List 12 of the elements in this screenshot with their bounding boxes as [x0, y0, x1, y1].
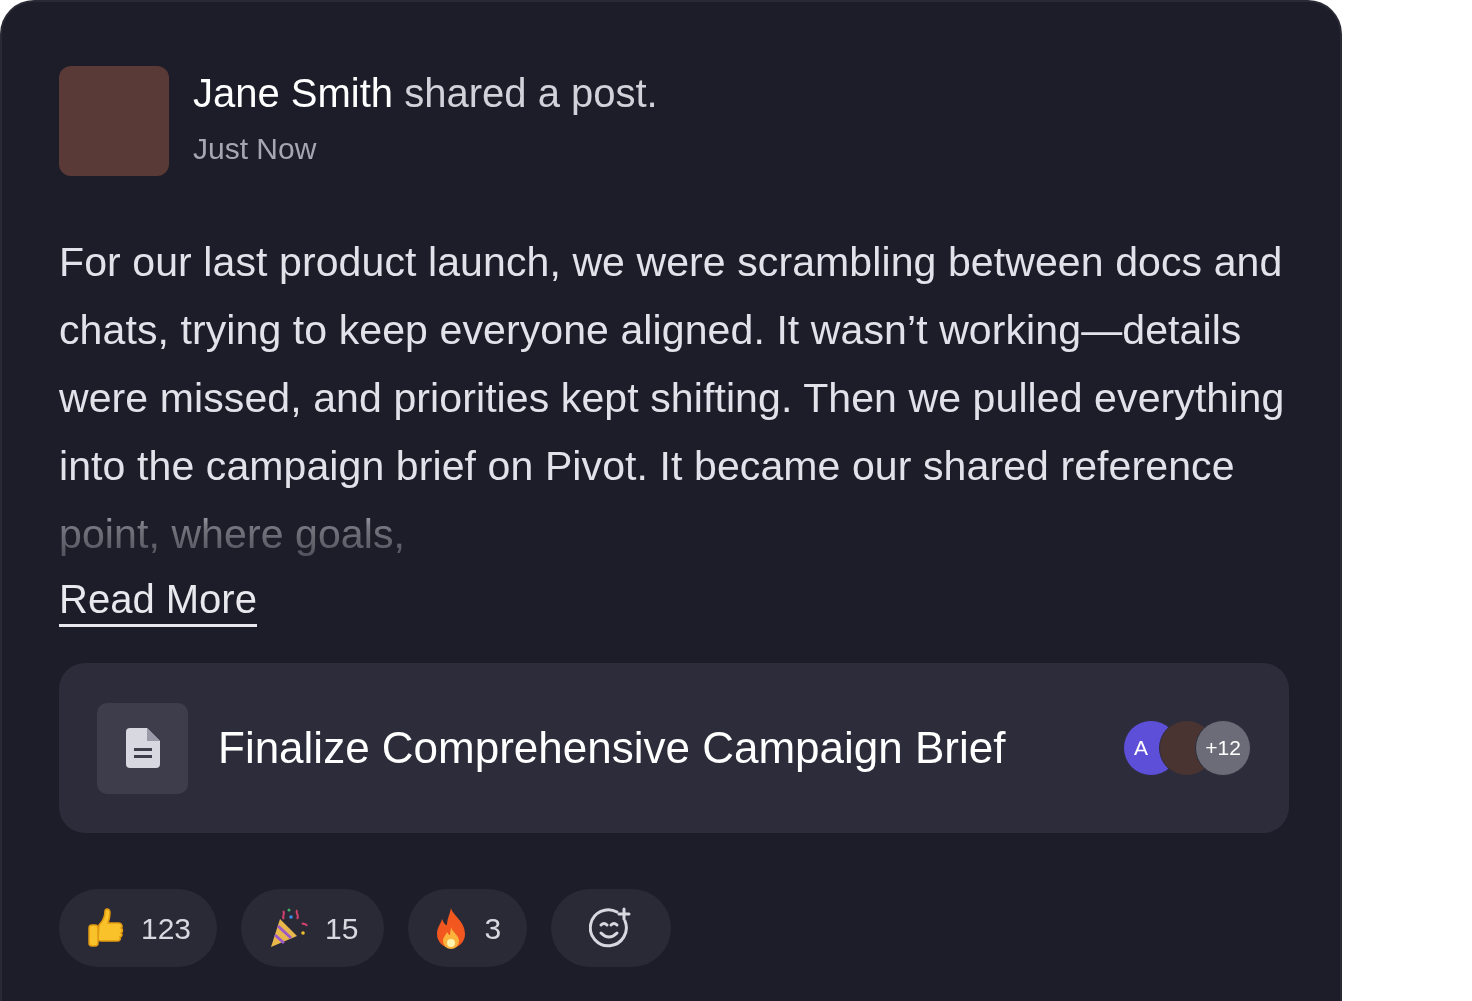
reaction-button[interactable]: 15	[241, 889, 385, 967]
reaction-button[interactable]: 3	[408, 889, 528, 967]
post-body-text: For our last product launch, we were scrambling between docs and chats, trying to keep everyone aligned. It wasn’t working—details were missed, and priorities kept shifting. Then we pulled everything into the campaign brief on Pivot. It became our shared reference point, where goals,	[59, 238, 1285, 559]
attachment-card[interactable]: Finalize Comprehensive Campaign Brief A +12	[59, 663, 1289, 833]
attachment-title: Finalize Comprehensive Campaign Brief	[218, 722, 1007, 774]
document-icon	[125, 728, 160, 768]
post-time: Just Now	[193, 131, 318, 167]
read-more-link[interactable]: Read More	[59, 576, 257, 627]
reaction-button[interactable]: 123	[59, 889, 218, 967]
more-members-count: +12	[1195, 720, 1251, 776]
thumbs-up-icon	[85, 908, 125, 948]
post-header-text: Jane Smith shared a post.	[193, 70, 658, 116]
